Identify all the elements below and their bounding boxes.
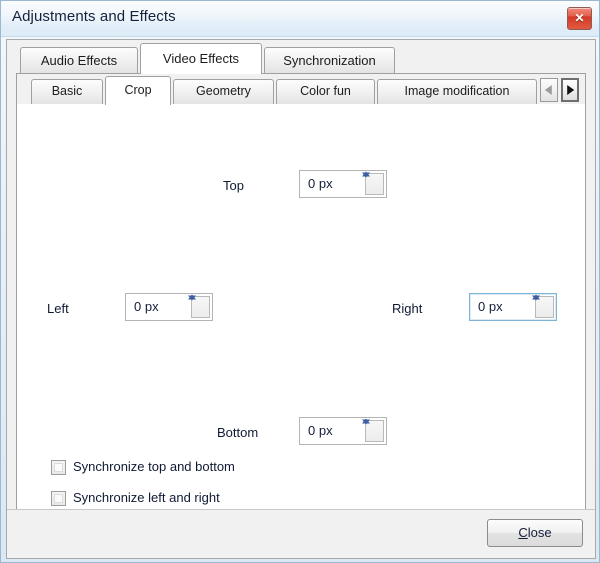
- subtab-image-modification[interactable]: Image modification: [377, 79, 537, 104]
- close-button-accelerator: C: [518, 525, 528, 540]
- right-stepper[interactable]: [532, 294, 554, 318]
- left-value: 0 px: [134, 299, 159, 314]
- bottom-stepper[interactable]: [362, 418, 384, 442]
- window-close-button[interactable]: ✕: [567, 7, 592, 30]
- close-button[interactable]: Close: [487, 519, 583, 547]
- bottom-spinbox[interactable]: 0 px: [299, 417, 387, 445]
- main-tab-strip: Audio Effects Video Effects Synchronizat…: [7, 40, 595, 74]
- video-effects-page: Basic Crop Geometry Color fun Image modi…: [16, 73, 586, 528]
- checkbox-sync-left-right-label: Synchronize left and right: [73, 490, 220, 505]
- right-value: 0 px: [478, 299, 503, 314]
- triangle-down-icon: [532, 295, 540, 301]
- dialog-footer: Close: [7, 509, 595, 558]
- top-spinbox[interactable]: 0 px: [299, 170, 387, 198]
- left-stepper[interactable]: [188, 294, 210, 318]
- checkbox-icon[interactable]: [51, 460, 66, 475]
- sub-tab-strip: Basic Crop Geometry Color fun Image modi…: [17, 74, 585, 105]
- title-bar: Adjustments and Effects ✕: [1, 1, 599, 37]
- label-left: Left: [47, 301, 69, 316]
- subtab-geometry[interactable]: Geometry: [173, 79, 274, 104]
- adjustments-and-effects-window: Adjustments and Effects ✕ Audio Effects …: [0, 0, 600, 563]
- left-spinbox[interactable]: 0 px: [125, 293, 213, 321]
- triangle-down-icon: [188, 295, 196, 301]
- tab-scroll-left-button[interactable]: [540, 78, 558, 102]
- tab-scroll-right-button[interactable]: [561, 78, 579, 102]
- right-spinbox[interactable]: 0 px: [469, 293, 557, 321]
- triangle-down-icon: [362, 172, 370, 178]
- subtab-crop[interactable]: Crop: [105, 76, 171, 105]
- crop-panel: Top 0 px Left 0 px Right 0 px Bottom 0 p…: [17, 104, 585, 527]
- client-area: Audio Effects Video Effects Synchronizat…: [6, 39, 596, 559]
- checkbox-sync-top-bottom-label: Synchronize top and bottom: [73, 459, 235, 474]
- top-value: 0 px: [308, 176, 333, 191]
- triangle-down-icon: [362, 419, 370, 425]
- bottom-value: 0 px: [308, 423, 333, 438]
- top-stepper[interactable]: [362, 171, 384, 195]
- label-top: Top: [223, 178, 244, 193]
- subtab-basic[interactable]: Basic: [31, 79, 103, 104]
- tab-video-effects[interactable]: Video Effects: [140, 43, 262, 74]
- window-title: Adjustments and Effects: [12, 8, 176, 25]
- tab-audio-effects[interactable]: Audio Effects: [20, 47, 138, 74]
- checkbox-icon[interactable]: [51, 491, 66, 506]
- subtab-color-fun[interactable]: Color fun: [276, 79, 375, 104]
- close-button-label: lose: [527, 525, 552, 540]
- chevron-right-icon: [567, 85, 575, 95]
- chevron-left-icon: [544, 85, 552, 95]
- tab-synchronization[interactable]: Synchronization: [264, 47, 395, 74]
- close-icon: ✕: [574, 11, 585, 25]
- label-right: Right: [392, 301, 423, 316]
- label-bottom: Bottom: [217, 425, 259, 440]
